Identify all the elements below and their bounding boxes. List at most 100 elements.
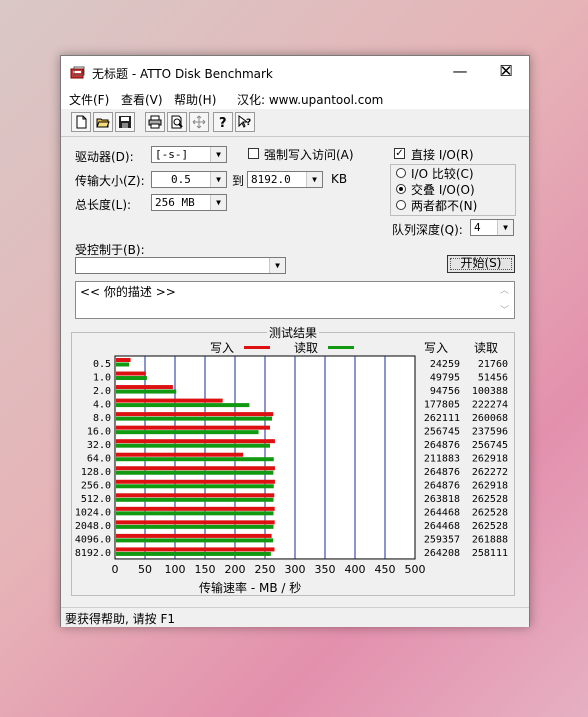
write-bar	[116, 358, 131, 362]
force-write-checkbox[interactable]	[248, 148, 259, 159]
chevron-down-icon[interactable]: ▼	[210, 172, 226, 187]
transfer-to-value: 8192.0	[251, 173, 291, 186]
direct-io-label: 直接 I/O(R)	[411, 148, 474, 162]
write-bar	[116, 520, 275, 525]
translation-credit: 汉化: www.upantool.com	[237, 93, 384, 107]
force-write-label: 强制写入访问(A)	[264, 148, 354, 162]
drive-select[interactable]: [-s-] ▼	[151, 146, 227, 163]
write-bar	[116, 371, 146, 376]
write-value: 177805	[424, 399, 460, 410]
y-tick-label: 2.0	[93, 386, 111, 397]
status-bar: 要获得帮助, 请按 F1	[61, 607, 529, 627]
atto-window: 无标题 - ATTO Disk Benchmark — ☐ ✕ 文件(F) 查看…	[60, 55, 530, 627]
read-bar	[116, 430, 259, 435]
menu-view[interactable]: 查看(V)	[121, 91, 163, 108]
read-value: 262918	[472, 481, 508, 492]
help-button[interactable]: ?	[213, 112, 233, 132]
write-bar	[116, 398, 223, 403]
y-tick-label: 128.0	[81, 467, 111, 478]
move-button[interactable]	[189, 112, 209, 132]
read-value: 51456	[478, 372, 508, 383]
read-value: 262528	[472, 494, 508, 505]
x-tick-label: 100	[165, 563, 186, 576]
total-length-value: 256 MB	[155, 196, 195, 209]
benchmark-chart: 0 50 100 150 200 250 300 350 400 450 500 0.5 24259 21…	[75, 355, 508, 576]
y-tick-label: 8.0	[93, 413, 111, 424]
scroll-down-icon[interactable]: ﹀	[500, 303, 509, 316]
write-value: 24259	[430, 359, 460, 370]
read-value: 262528	[472, 521, 508, 532]
start-button[interactable]: 开始(S)	[447, 255, 515, 273]
print-preview-button[interactable]	[167, 112, 187, 132]
write-bar	[116, 439, 275, 444]
context-help-button[interactable]: ?	[235, 112, 255, 132]
write-value: 264876	[424, 481, 460, 492]
transfer-to-select[interactable]: 8192.0 ▼	[247, 171, 323, 188]
scroll-up-icon[interactable]: ︿	[500, 283, 509, 296]
read-value: 100388	[472, 386, 508, 397]
x-tick-label: 0	[112, 563, 119, 576]
queue-depth-value: 4	[474, 221, 481, 234]
chevron-down-icon[interactable]: ▼	[497, 220, 513, 235]
y-tick-label: 32.0	[87, 440, 111, 451]
menu-help[interactable]: 帮助(H)	[174, 91, 216, 108]
new-file-icon	[76, 115, 87, 129]
y-tick-label: 64.0	[87, 453, 111, 464]
read-bar	[116, 403, 250, 408]
read-value: 262918	[472, 453, 508, 464]
direct-io-checkbox[interactable]: ✓	[394, 148, 405, 159]
print-button[interactable]	[145, 112, 165, 132]
y-tick-label: 0.5	[93, 359, 111, 370]
y-tick-label: 8192.0	[75, 548, 111, 559]
read-value: 262272	[472, 467, 508, 478]
read-value: 260068	[472, 413, 508, 424]
write-value: 262111	[424, 413, 460, 424]
help-icon: ?	[219, 116, 227, 129]
chevron-down-icon[interactable]: ▼	[269, 258, 285, 273]
save-button[interactable]	[115, 112, 135, 132]
x-tick-label: 250	[255, 563, 276, 576]
y-tick-label: 1.0	[93, 372, 111, 383]
title-bar[interactable]: 无标题 - ATTO Disk Benchmark — ☐	[61, 56, 529, 89]
write-value: 94756	[430, 386, 460, 397]
x-tick-label: 150	[195, 563, 216, 576]
write-bar	[116, 466, 275, 471]
app-icon	[70, 66, 85, 79]
read-bar	[116, 376, 147, 381]
read-value: 261888	[472, 535, 508, 546]
read-bar	[116, 416, 273, 421]
open-button[interactable]	[93, 112, 113, 132]
transfer-from-select[interactable]: 0.5 ▼	[151, 171, 227, 188]
chevron-down-icon[interactable]: ▼	[210, 195, 226, 210]
y-tick-label: 512.0	[81, 494, 111, 505]
print-preview-icon	[171, 115, 183, 129]
overlapped-io-radio[interactable]	[396, 184, 406, 194]
read-bar	[116, 362, 130, 367]
new-button[interactable]	[71, 112, 91, 132]
controlled-by-select[interactable]: ▼	[75, 257, 286, 274]
queue-depth-select[interactable]: 4 ▼	[470, 219, 514, 236]
write-bar	[116, 425, 271, 430]
read-value: 237596	[472, 426, 508, 437]
status-text: 要获得帮助, 请按 F1	[65, 612, 175, 626]
open-folder-icon	[96, 118, 110, 128]
window-title: 无标题 - ATTO Disk Benchmark	[92, 67, 273, 81]
io-compare-radio[interactable]	[396, 168, 406, 178]
neither-radio[interactable]	[396, 200, 406, 210]
write-bar	[116, 547, 275, 552]
write-value: 264468	[424, 508, 460, 519]
close-button[interactable]: ✕	[483, 56, 529, 89]
chevron-down-icon[interactable]: ▼	[210, 147, 226, 162]
menu-file[interactable]: 文件(F)	[69, 91, 109, 108]
write-bar	[116, 506, 275, 511]
read-bar	[116, 443, 271, 448]
read-bar	[116, 457, 274, 462]
description-field[interactable]: << 你的描述 >> ︿ ﹀	[75, 281, 515, 319]
write-value: 211883	[424, 453, 460, 464]
read-value: 21760	[478, 359, 508, 370]
drive-value: [-s-]	[155, 148, 189, 161]
drive-label: 驱动器(D):	[75, 150, 134, 164]
total-length-select[interactable]: 256 MB ▼	[151, 194, 227, 211]
y-tick-label: 16.0	[87, 426, 111, 437]
chevron-down-icon[interactable]: ▼	[306, 172, 322, 187]
